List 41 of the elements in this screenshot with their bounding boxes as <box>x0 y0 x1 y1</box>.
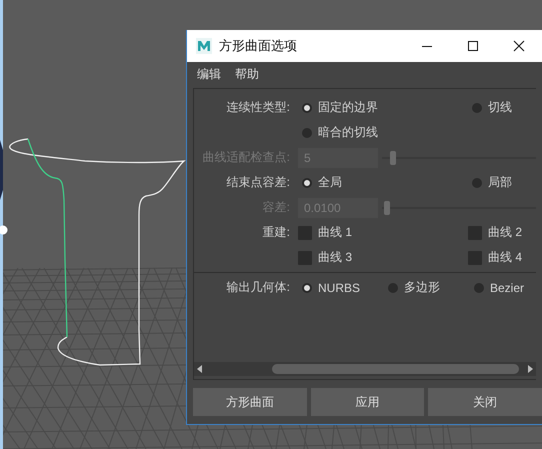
radio-button[interactable] <box>388 282 398 292</box>
checkbox[interactable] <box>298 226 312 240</box>
option-label[interactable]: 切线 <box>488 99 512 116</box>
checkbox[interactable] <box>298 250 312 264</box>
radio-button[interactable] <box>474 282 484 292</box>
option-label[interactable]: Bezier <box>490 280 524 294</box>
field-label: 连续性类型: <box>226 99 290 116</box>
dialog-button[interactable]: 应用 <box>310 388 424 416</box>
app-icon <box>196 38 212 54</box>
option-label[interactable]: 曲线 1 <box>318 224 352 241</box>
scroll-right-icon[interactable] <box>526 364 534 374</box>
radio-button[interactable] <box>302 178 312 188</box>
option-label[interactable]: 曲线 3 <box>318 249 352 266</box>
radio-button[interactable] <box>302 128 312 138</box>
menu-item[interactable]: 编辑 <box>195 66 223 82</box>
dialog-button[interactable]: 关闭 <box>428 388 542 416</box>
option-label[interactable]: NURBS <box>318 280 360 294</box>
radio-button[interactable] <box>472 102 482 112</box>
menu-item[interactable]: 帮助 <box>233 66 261 82</box>
option-label[interactable]: 局部 <box>488 174 512 191</box>
option-label[interactable]: 多边形 <box>404 279 440 296</box>
dialog-button[interactable]: 方形曲面 <box>193 388 307 416</box>
maximize-icon <box>467 40 479 52</box>
checkbox[interactable] <box>468 226 482 240</box>
field-label: 输出几何体: <box>226 279 290 296</box>
scroll-left-icon[interactable] <box>196 364 204 374</box>
scroll-thumb[interactable] <box>272 364 519 374</box>
window-title: 方形曲面选项 <box>219 37 298 55</box>
horizontal-scrollbar[interactable] <box>194 362 536 376</box>
option-label[interactable]: 曲线 4 <box>488 249 522 266</box>
field-label: 结束点容差: <box>226 174 290 191</box>
radio-button[interactable] <box>472 178 482 188</box>
radio-button[interactable] <box>302 282 312 292</box>
option-label[interactable]: 曲线 2 <box>488 224 522 241</box>
radio-button[interactable] <box>302 102 312 112</box>
close-icon <box>513 40 525 52</box>
field-label: 重建: <box>262 224 290 241</box>
checkbox[interactable] <box>468 250 482 264</box>
option-label[interactable]: 全局 <box>318 174 342 191</box>
option-label[interactable]: 固定的边界 <box>318 99 378 116</box>
option-label[interactable]: 暗合的切线 <box>318 124 378 141</box>
